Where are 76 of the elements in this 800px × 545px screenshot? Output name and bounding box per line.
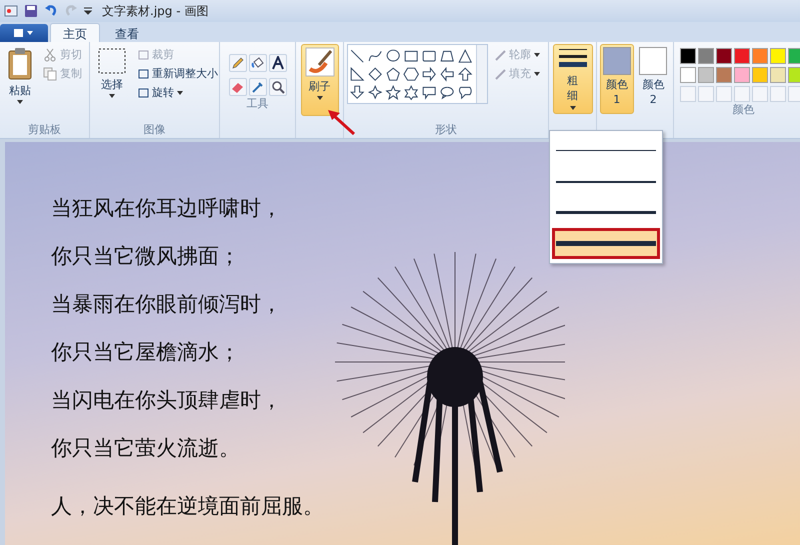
group-label: 工具 xyxy=(246,96,268,112)
paintbrush-icon xyxy=(304,47,334,77)
poem-line: 人，决不能在逆境面前屈服。 xyxy=(51,493,324,520)
file-menu-button[interactable] xyxy=(0,24,48,42)
empty-color-slot[interactable] xyxy=(716,86,732,102)
annotation-arrow xyxy=(326,108,356,136)
color-swatch[interactable] xyxy=(698,48,714,64)
window-title: 文字素材.jpg - 画图 xyxy=(102,2,208,20)
fill-icon xyxy=(494,66,506,80)
color-swatch[interactable] xyxy=(680,48,696,64)
caret-icon xyxy=(534,72,540,76)
empty-color-slot[interactable] xyxy=(698,86,714,102)
color-swatch[interactable] xyxy=(680,67,696,83)
rotate-icon xyxy=(137,86,149,100)
shape-gallery[interactable] xyxy=(347,44,488,104)
color-swatch[interactable] xyxy=(734,48,750,64)
caret-icon xyxy=(570,106,576,110)
color-swatch[interactable] xyxy=(770,48,786,64)
clipboard-icon xyxy=(7,47,33,81)
poem-line: 你只当它微风拂面； xyxy=(51,243,241,270)
color-button[interactable]: 颜色 2 xyxy=(636,44,670,114)
redo-icon[interactable] xyxy=(64,4,78,18)
line-size-option[interactable] xyxy=(552,228,660,259)
menu-icon xyxy=(13,28,35,38)
empty-color-slot[interactable] xyxy=(680,86,696,102)
color-swatch[interactable] xyxy=(716,48,732,64)
group-label: 颜色 xyxy=(732,102,756,118)
color-swatch[interactable] xyxy=(788,67,800,83)
group-label: 形状 xyxy=(434,122,458,138)
group-label: 剪贴板 xyxy=(27,122,62,138)
scissors-icon xyxy=(43,48,57,62)
empty-color-slot[interactable] xyxy=(788,86,800,102)
caret-icon xyxy=(109,94,115,98)
brushes-button[interactable]: 刷子 xyxy=(300,44,338,116)
color-swatch[interactable] xyxy=(716,67,732,83)
empty-color-slot[interactable] xyxy=(734,86,750,102)
color-button[interactable]: 颜色 1 xyxy=(600,44,634,114)
poem-line: 当狂风在你耳边呼啸时， xyxy=(51,195,283,222)
poem-line: 当暴雨在你眼前倾泻时， xyxy=(51,291,283,318)
ribbon-tab[interactable]: 主页 xyxy=(50,23,100,42)
color-swatch[interactable] xyxy=(788,48,800,64)
group-label: 图像 xyxy=(142,122,166,138)
poem-line: 你只当它屋檐滴水； xyxy=(51,339,241,366)
undo-icon[interactable] xyxy=(44,4,58,18)
empty-color-slot[interactable] xyxy=(770,86,786,102)
color-swatch[interactable] xyxy=(752,48,768,64)
crop-icon xyxy=(137,48,149,62)
resize-button[interactable]: 重新调整大小 xyxy=(135,65,220,82)
selection-icon xyxy=(97,47,127,75)
save-icon[interactable] xyxy=(24,4,38,18)
caret-icon xyxy=(177,90,183,94)
ribbon-tab[interactable]: 查看 xyxy=(102,23,152,42)
color-swatch[interactable] xyxy=(698,67,714,83)
pencil-icon[interactable] xyxy=(228,54,246,72)
paint-app-icon xyxy=(4,4,18,18)
select-button[interactable]: 选择 xyxy=(93,44,131,101)
fill-bucket-icon[interactable] xyxy=(248,54,266,72)
empty-color-slot[interactable] xyxy=(752,86,768,102)
color-picker-icon[interactable] xyxy=(248,78,266,96)
poem-line: 你只当它萤火流逝。 xyxy=(51,435,241,462)
outline-icon xyxy=(494,48,506,62)
text-icon[interactable] xyxy=(268,54,286,72)
resize-icon xyxy=(137,66,149,80)
eraser-icon[interactable] xyxy=(228,78,246,96)
color-swatch[interactable] xyxy=(770,67,786,83)
poem-line: 当闪电在你头顶肆虐时， xyxy=(51,387,283,414)
color-swatch[interactable] xyxy=(734,67,750,83)
caret-icon xyxy=(17,100,23,104)
rotate-button[interactable]: 旋转 xyxy=(135,84,220,101)
caret-icon xyxy=(534,52,540,56)
magnifier-icon[interactable] xyxy=(268,78,286,96)
caret-icon xyxy=(316,96,322,100)
copy-icon xyxy=(43,66,57,80)
size-button[interactable]: 粗细 xyxy=(552,44,592,114)
paste-button[interactable]: 粘贴 xyxy=(3,44,37,107)
color-swatch[interactable] xyxy=(752,67,768,83)
